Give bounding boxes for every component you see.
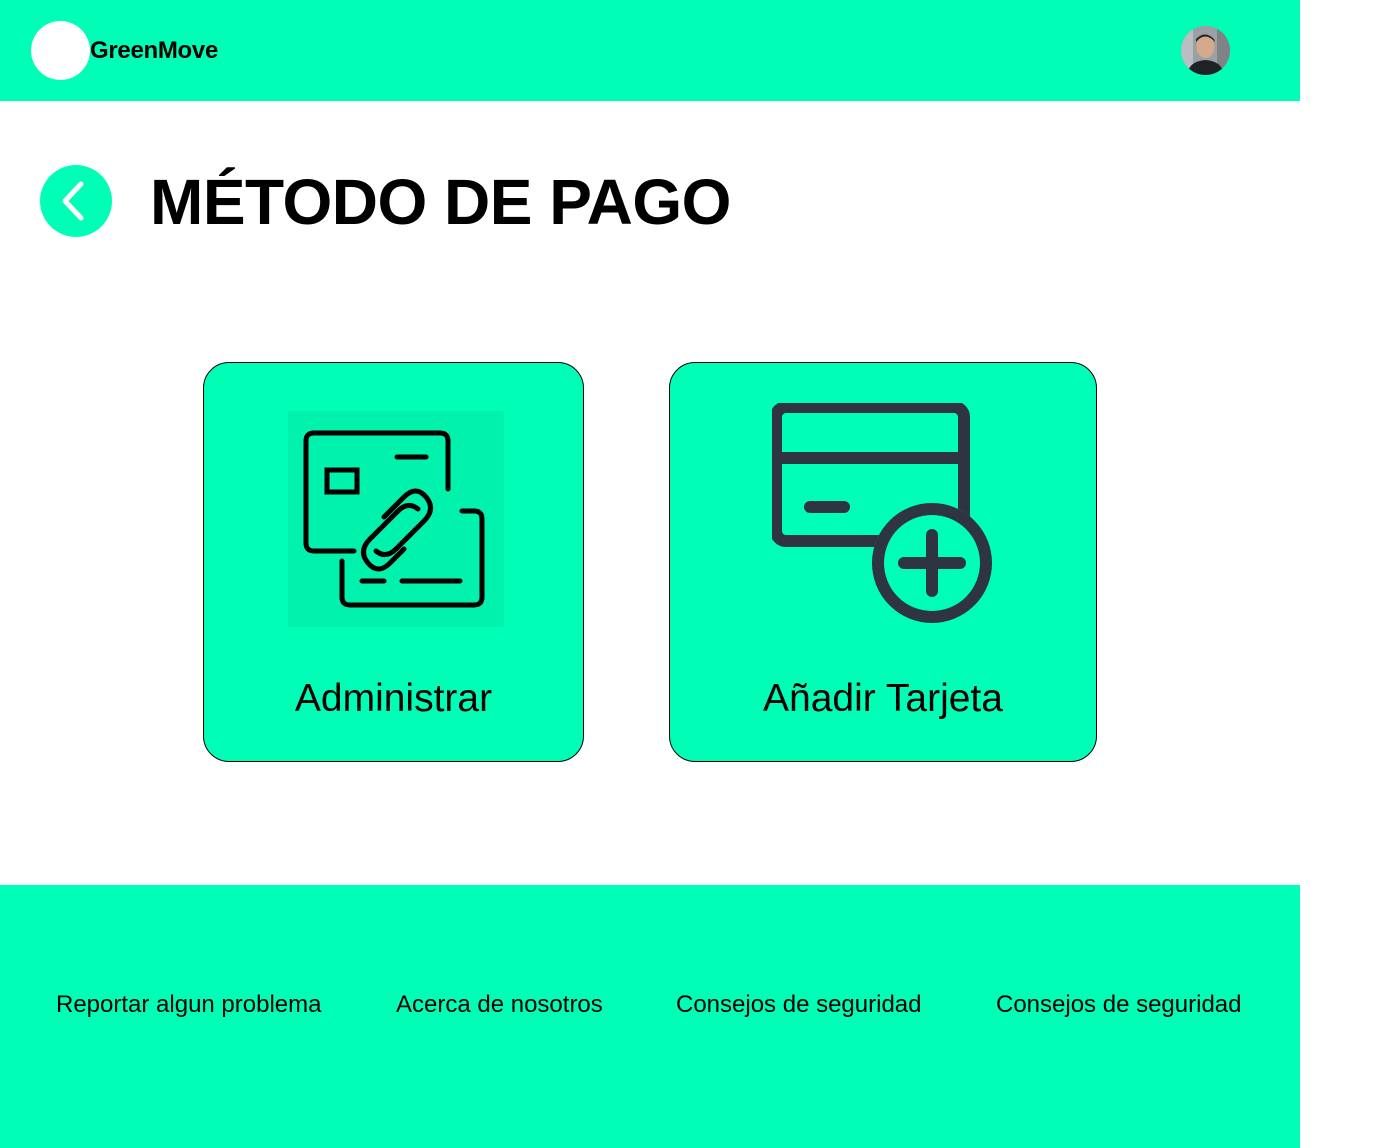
footer-link-safety-tips-2[interactable]: Consejos de seguridad: [996, 991, 1242, 1019]
avatar-icon: [1181, 26, 1230, 75]
manage-cards-label: Administrar: [294, 677, 493, 720]
brand-name[interactable]: GreenMove: [90, 36, 218, 66]
back-button[interactable]: [40, 165, 112, 237]
linked-cards-icon: [288, 411, 504, 627]
footer-link-report[interactable]: Reportar algun problema: [56, 991, 322, 1019]
footer-link-about[interactable]: Acerca de nosotros: [396, 991, 603, 1019]
add-card-label: Añadir Tarjeta: [763, 677, 1003, 720]
payment-method-page: GreenMove MÉTODO DE PAGO Administrar Aña…: [0, 0, 1400, 1148]
top-header: GreenMove: [0, 0, 1300, 101]
add-card-icon: [772, 403, 992, 623]
manage-cards-button[interactable]: Administrar: [203, 362, 584, 762]
chevron-left-icon: [62, 181, 84, 221]
page-title: MÉTODO DE PAGO: [150, 166, 731, 238]
footer-link-safety-tips[interactable]: Consejos de seguridad: [676, 991, 922, 1019]
add-card-button[interactable]: Añadir Tarjeta: [669, 362, 1097, 762]
user-avatar[interactable]: [1181, 26, 1230, 75]
footer: Reportar algun problema Acerca de nosotr…: [0, 885, 1300, 1148]
logo-circle[interactable]: [31, 21, 90, 80]
